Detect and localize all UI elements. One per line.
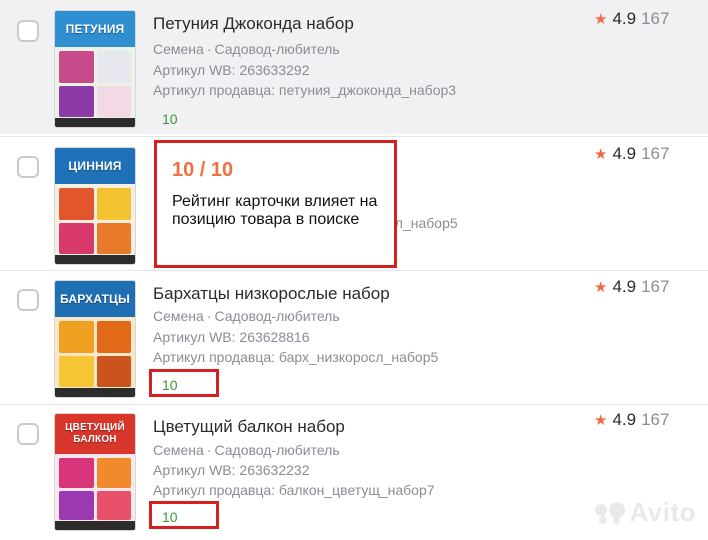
tooltip-score: 10 / 10 [172,159,234,181]
product-rating: ★ 4.9 167 [594,410,670,429]
row-checkbox[interactable] [17,289,39,311]
product-thumbnail[interactable]: БАРХАТЦЫ [54,280,136,398]
tooltip-text: Рейтинг карточки влияет на позицию товар… [172,193,378,228]
card-rating-tooltip: 10 / 10 Рейтинг карточки влияет на позиц… [154,140,397,268]
product-row-3[interactable]: БАРХАТЦЫ Бархатцы низкорослые набор Семе… [0,271,708,405]
product-category: Семена · Садовод-любитель [153,442,340,458]
thumbnail-label: ЦИННИЯ [68,159,122,173]
product-category: Семена · Садовод-любитель [153,41,340,57]
article-wb: Артикул WB: 263628816 [153,329,310,345]
product-title[interactable]: Петуния Джоконда набор [153,14,354,34]
thumbnail-label: ПЕТУНИЯ [65,22,125,36]
product-thumbnail[interactable]: ЦВЕТУЩИЙ БАЛКОН [54,413,136,531]
avito-watermark: Avito [595,497,696,528]
product-thumbnail[interactable]: ПЕТУНИЯ [54,10,136,128]
row-checkbox[interactable] [17,20,39,42]
watermark-text: Avito [629,497,696,527]
product-rating: ★ 4.9 167 [594,277,670,296]
star-icon: ★ [594,146,608,163]
card-score: 10 [149,369,219,397]
reviews-count: 167 [641,410,670,429]
card-score: 10 [149,501,219,529]
product-title[interactable]: Бархатцы низкорослые набор [153,284,390,304]
article-wb: Артикул WB: 263633292 [153,62,310,78]
product-title[interactable]: Цветущий балкон набор [153,417,345,437]
reviews-count: 167 [641,277,670,296]
card-score: 10 [162,111,178,127]
article-seller: Артикул продавца: петуния_джоконда_набор… [153,82,457,98]
avito-logo-icon [595,501,626,524]
star-icon: ★ [594,279,608,296]
thumbnail-label: ЦВЕТУЩИЙ БАЛКОН [65,422,125,445]
product-row-1[interactable]: ПЕТУНИЯ Петуния Джоконда набор Семена · Са… [0,0,708,134]
product-category: Семена · Садовод-любитель [153,308,340,324]
reviews-count: 167 [641,144,670,163]
article-seller: Артикул продавца: барх_низкоросл_набор5 [153,349,439,365]
product-rating: ★ 4.9 167 [594,144,670,163]
thumbnail-label: БАРХАТЦЫ [60,292,130,306]
product-thumbnail[interactable]: ЦИННИЯ [54,147,136,265]
row-checkbox[interactable] [17,156,39,178]
product-rating: ★ 4.9 167 [594,9,670,28]
star-icon: ★ [594,11,608,28]
reviews-count: 167 [641,9,670,28]
article-wb: Артикул WB: 263632232 [153,462,310,478]
article-seller: Артикул продавца: балкон_цветущ_набор7 [153,482,435,498]
star-icon: ★ [594,412,608,429]
row-checkbox[interactable] [17,423,39,445]
